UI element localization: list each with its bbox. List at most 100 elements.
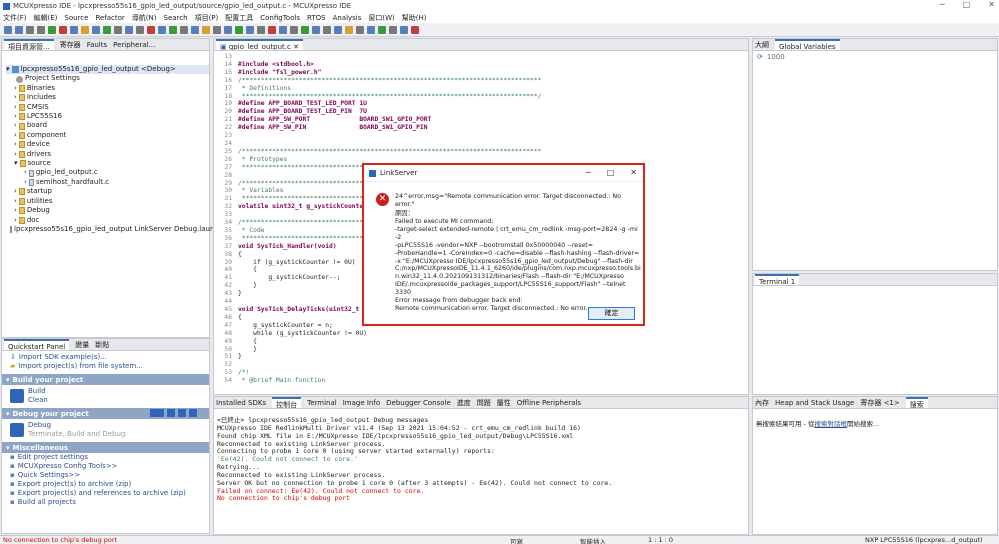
tab-registers[interactable]: 寄存器 <box>60 40 81 50</box>
toolbar-button-icon[interactable] <box>224 25 232 34</box>
toolbar-button-icon[interactable] <box>4 25 12 34</box>
toolbar-button-icon[interactable] <box>26 25 34 34</box>
expand-arrow-icon[interactable]: ▾ <box>14 159 18 168</box>
menu-item[interactable]: 編輯(E) <box>34 13 58 23</box>
tab-outline[interactable]: 大綱 <box>755 40 769 50</box>
menu-item[interactable]: ConfigTools <box>260 14 300 22</box>
expand-arrow-icon[interactable]: › <box>14 84 17 93</box>
maximize-button[interactable]: □ <box>963 0 971 9</box>
tree-item[interactable]: Project Settings <box>6 74 209 83</box>
tab-bottom[interactable]: Offline Peripherals <box>517 399 581 407</box>
toolbar-button-icon[interactable] <box>400 25 408 34</box>
tab-bottom[interactable]: Installed SDKs <box>216 399 266 407</box>
toolbar-button-icon[interactable] <box>103 25 111 34</box>
misc-section-header[interactable]: ▾ Miscellaneous <box>2 442 209 453</box>
linkserver-icon[interactable] <box>150 409 164 417</box>
tab-variables[interactable]: 變量 <box>75 340 89 350</box>
collapse-arrow-icon[interactable]: ▾ <box>6 65 10 74</box>
toolbar-button-icon[interactable] <box>323 25 331 34</box>
misc-link[interactable]: ▪ Build all projects <box>2 498 209 507</box>
toolbar-button-icon[interactable] <box>114 25 122 34</box>
dialog-minimize-button[interactable]: ─ <box>586 168 591 177</box>
misc-link[interactable]: ▪ Edit project settings <box>2 453 209 462</box>
expand-arrow-icon[interactable]: › <box>14 206 17 215</box>
menu-item[interactable]: 文件(F) <box>3 13 27 23</box>
tree-item[interactable]: › startup <box>6 187 209 196</box>
toolbar-button-icon[interactable] <box>147 25 155 34</box>
toolbar-button-icon[interactable] <box>389 25 397 34</box>
tab-memory[interactable]: 內存 <box>755 398 769 408</box>
tab-quickstart[interactable]: Quickstart Panel <box>4 339 70 350</box>
tree-item[interactable]: ▾ source <box>6 159 209 168</box>
tree-item[interactable]: › CMSIS <box>6 103 209 112</box>
tree-item[interactable]: › utilities <box>6 197 209 206</box>
toolbar-button-icon[interactable] <box>59 25 67 34</box>
misc-link[interactable]: ▪ Quick Settings>> <box>2 471 209 480</box>
import-sdk-example-link[interactable]: ⇩ Import SDK example(s)... <box>2 351 209 362</box>
tab-bottom[interactable]: Image Info <box>343 399 380 407</box>
tab-heap-stack[interactable]: Heap and Stack Usage <box>775 399 854 407</box>
refresh-rate-value[interactable]: 1000 <box>767 53 785 61</box>
debug-link[interactable]: Debug <box>28 421 125 430</box>
toolbar-button-icon[interactable] <box>213 25 221 34</box>
tree-root[interactable]: ▾ lpcxpresso55s16_gpio_led_output <Debug… <box>6 65 209 75</box>
tab-bottom[interactable]: 屬性 <box>497 398 511 408</box>
toolbar-button-icon[interactable] <box>411 25 419 34</box>
toolbar-button-icon[interactable] <box>279 25 287 34</box>
console-output[interactable]: MCUXpresso IDE RedlinkMulti Driver v11.4… <box>214 424 748 503</box>
toolbar-button-icon[interactable] <box>15 25 23 34</box>
tree-item[interactable]: › board <box>6 121 209 130</box>
tab-search[interactable]: 搜索 <box>905 397 928 408</box>
expand-arrow-icon[interactable]: › <box>24 168 27 177</box>
toolbar-button-icon[interactable] <box>37 25 45 34</box>
menu-item[interactable]: Refactor <box>95 14 124 22</box>
tree-item[interactable]: › Includes <box>6 93 209 102</box>
dialog-maximize-button[interactable]: □ <box>607 168 615 177</box>
import-from-filesystem-link[interactable]: ▰ Import project(s) from file system... <box>2 362 209 371</box>
tree-source-file[interactable]: › gpio_led_output.c <box>6 168 209 177</box>
ok-button[interactable]: 確定 <box>588 307 635 320</box>
tree-item[interactable]: › LPC55S16 <box>6 112 209 121</box>
tree-item[interactable]: › drivers <box>6 150 209 159</box>
toolbar-button-icon[interactable] <box>378 25 386 34</box>
toolbar-button-icon[interactable] <box>345 25 353 34</box>
refresh-icon[interactable]: ⟳ <box>757 53 763 61</box>
tab-registers-1[interactable]: 寄存器 <1> <box>860 398 899 408</box>
toolbar-button-icon[interactable] <box>191 25 199 34</box>
tree-item[interactable]: › device <box>6 140 209 149</box>
menu-item[interactable]: Source <box>64 14 88 22</box>
search-dialog-link[interactable]: 搜索對話框 <box>814 420 847 428</box>
tab-bottom[interactable]: 進度 <box>457 398 471 408</box>
menu-item[interactable]: 項目(P) <box>195 13 219 23</box>
debug-section-header[interactable]: ▾ Debug your project <box>2 408 209 419</box>
toolbar-button-icon[interactable] <box>125 25 133 34</box>
tree-item[interactable]: › Binaries <box>6 84 209 93</box>
toolbar-button-icon[interactable] <box>48 25 56 34</box>
tab-faults[interactable]: Faults <box>87 41 107 49</box>
terminate-build-debug-link[interactable]: Terminate, Build and Debug <box>28 430 125 439</box>
menu-item[interactable]: 幫助(H) <box>402 13 427 23</box>
toolbar-button-icon[interactable] <box>81 25 89 34</box>
toolbar-button-icon[interactable] <box>92 25 100 34</box>
clean-link[interactable]: Clean <box>28 396 48 405</box>
menu-item[interactable]: Analysis <box>333 14 362 22</box>
expand-arrow-icon[interactable]: › <box>14 187 17 196</box>
build-link[interactable]: Build <box>28 387 48 396</box>
pemicro-icon[interactable] <box>178 409 186 417</box>
toolbar-button-icon[interactable] <box>356 25 364 34</box>
expand-arrow-icon[interactable]: › <box>14 103 17 112</box>
toolbar-button-icon[interactable] <box>158 25 166 34</box>
build-section-header[interactable]: ▾ Build your project <box>2 374 209 385</box>
tree-item[interactable]: › component <box>6 131 209 140</box>
tree-item[interactable]: › Debug <box>6 206 209 215</box>
tab-bottom[interactable]: 問題 <box>477 398 491 408</box>
misc-link[interactable]: ▪ Export project(s) and references to arc… <box>2 489 209 498</box>
expand-arrow-icon[interactable]: › <box>14 197 17 206</box>
menu-item[interactable]: 配置工具 <box>225 13 253 23</box>
status-target[interactable]: NXP LPC55S16 (lpcxpres...d_output) <box>865 536 983 544</box>
toolbar-button-icon[interactable] <box>70 25 78 34</box>
toolbar-button-icon[interactable] <box>312 25 320 34</box>
toolbar-button-icon[interactable] <box>246 25 254 34</box>
toolbar-button-icon[interactable] <box>301 25 309 34</box>
toolbar-button-icon[interactable] <box>169 25 177 34</box>
